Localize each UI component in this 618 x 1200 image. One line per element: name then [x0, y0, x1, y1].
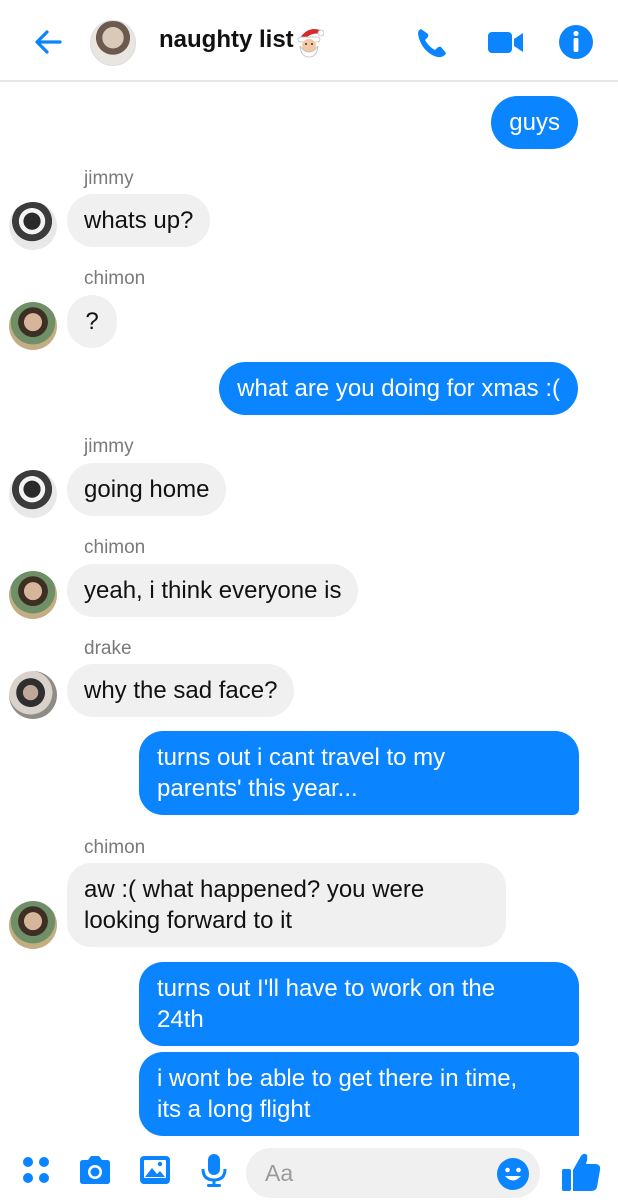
- sender-avatar[interactable]: [9, 901, 57, 949]
- outgoing-message-bubble[interactable]: turns out I'll have to work on the 24th: [139, 962, 579, 1046]
- message-text: ?: [85, 308, 99, 335]
- incoming-message-bubble[interactable]: ?: [67, 295, 117, 348]
- message-text-line: 24th: [157, 1006, 204, 1033]
- sender-name: drake: [84, 638, 132, 659]
- santa-emoji-icon: [297, 29, 324, 58]
- message-text-line: looking forward to it: [84, 907, 293, 934]
- sender-name: chimon: [84, 837, 146, 858]
- sender-name: jimmy: [84, 168, 134, 189]
- back-arrow-icon[interactable]: [28, 22, 68, 62]
- message-text: what are you doing for xmas :(: [237, 375, 560, 402]
- message-text-line: turns out i cant travel to my: [157, 744, 446, 771]
- incoming-message-bubble[interactable]: going home: [67, 463, 227, 516]
- microphone-icon[interactable]: [196, 1152, 232, 1188]
- message-text-line: parents' this year...: [157, 775, 358, 802]
- incoming-message-bubble[interactable]: yeah, i think everyone is: [67, 564, 359, 617]
- group-avatar[interactable]: [90, 17, 143, 66]
- conversation-header: naughty list: [0, 0, 618, 82]
- video-camera-icon[interactable]: [486, 22, 526, 62]
- message-text-line: turns out I'll have to work on the: [157, 975, 496, 1002]
- outgoing-message-bubble[interactable]: guys: [491, 96, 578, 149]
- incoming-message-bubble[interactable]: aw :( what happened? you were looking fo…: [67, 863, 506, 947]
- sender-avatar[interactable]: [9, 571, 57, 619]
- phone-icon[interactable]: [412, 22, 452, 62]
- sender-name: chimon: [84, 268, 146, 289]
- message-text-line: i wont be able to get there in time,: [157, 1065, 518, 1092]
- conversation-title[interactable]: naughty list: [159, 26, 294, 54]
- info-icon[interactable]: [556, 22, 596, 62]
- message-text: going home: [84, 476, 210, 503]
- message-text-line: aw :( what happened? you were: [84, 876, 425, 903]
- gallery-icon[interactable]: [137, 1152, 173, 1188]
- apps-grid-icon[interactable]: [18, 1152, 54, 1188]
- outgoing-message-bubble[interactable]: i wont be able to get there in time, its…: [139, 1052, 579, 1136]
- sender-name: jimmy: [84, 436, 134, 457]
- thumbs-up-icon[interactable]: [560, 1150, 602, 1194]
- camera-icon[interactable]: [77, 1152, 113, 1188]
- outgoing-message-bubble[interactable]: turns out i cant travel to my parents' t…: [139, 731, 579, 815]
- incoming-message-bubble[interactable]: why the sad face?: [67, 664, 295, 717]
- message-text-line: its a long flight: [157, 1096, 311, 1123]
- emoji-icon[interactable]: [496, 1157, 530, 1191]
- message-text: why the sad face?: [84, 677, 278, 704]
- message-input-placeholder: Aa: [265, 1160, 294, 1186]
- sender-name: chimon: [84, 537, 146, 558]
- message-text: guys: [509, 109, 560, 136]
- sender-avatar[interactable]: [9, 671, 57, 719]
- message-text: whats up?: [84, 207, 194, 234]
- incoming-message-bubble[interactable]: whats up?: [67, 194, 211, 247]
- sender-avatar[interactable]: [9, 202, 57, 250]
- outgoing-message-bubble[interactable]: what are you doing for xmas :(: [219, 362, 578, 415]
- sender-avatar[interactable]: [9, 302, 57, 350]
- message-text: yeah, i think everyone is: [84, 577, 342, 604]
- sender-avatar[interactable]: [9, 470, 57, 518]
